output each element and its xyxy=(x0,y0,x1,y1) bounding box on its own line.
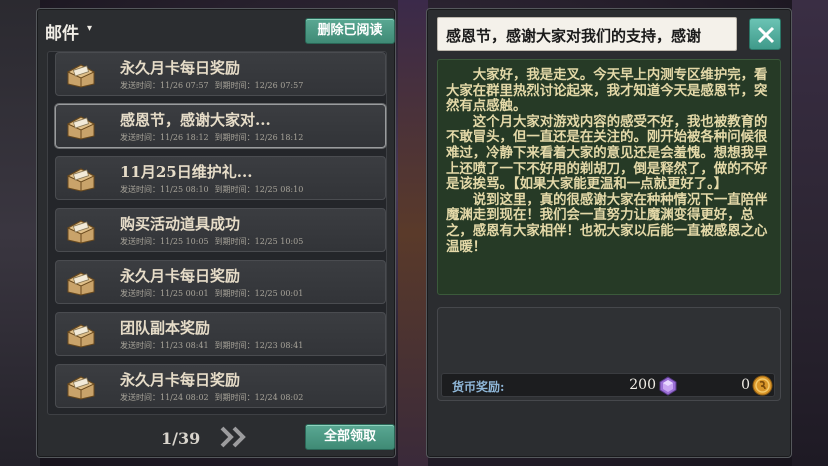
mail-title-bar: 感恩节，感谢大家对我们的支持，感谢 xyxy=(437,17,737,51)
delete-read-button[interactable]: 删除已阅读 xyxy=(305,18,395,44)
mail-paragraph: 这个月大家对游戏内容的感受不好，我也被教育的不敢冒头，但一直还是在关注的。刚开始… xyxy=(446,113,768,193)
close-button[interactable] xyxy=(749,18,781,50)
close-icon xyxy=(757,26,775,44)
mail-dates: 发送时间：11/25 08:10 到期时间：12/25 08:10 xyxy=(120,184,309,195)
mail-detail-panel: 感恩节，感谢大家对我们的支持，感谢 大家好，我是走叉。今天早上内测专区维护完，看… xyxy=(426,8,792,458)
mail-list-item[interactable]: 永久月卡每日奖励发送时间：11/25 00:01 到期时间：12/25 00:01 xyxy=(55,260,386,304)
background-left xyxy=(0,0,40,466)
mail-sent-time: 发送时间：11/25 00:01 xyxy=(120,289,209,298)
mail-package-icon xyxy=(66,114,96,140)
mail-package-icon xyxy=(66,270,96,296)
gold-coin-icon xyxy=(752,375,773,396)
mail-body-text: 大家好，我是走叉。今天早上内测专区维护完，看大家在群里热烈讨论起来，我才知道今天… xyxy=(446,67,774,255)
mail-expire-time: 到期时间：12/26 18:12 xyxy=(214,133,304,142)
mail-sent-time: 发送时间：11/26 07:57 xyxy=(120,81,209,90)
mail-panel-title: 邮件 xyxy=(45,24,79,44)
mail-package-icon xyxy=(66,62,96,88)
mail-expire-time: 到期时间：12/24 08:02 xyxy=(214,393,304,402)
mail-list: 永久月卡每日奖励 发送时间：11/26 07:57 到期时间：12/26 07:57… xyxy=(47,51,387,415)
mail-list-item[interactable]: 永久月卡每日奖励发送时间：11/26 07:57 到期时间：12/26 07:57 xyxy=(55,52,386,96)
mail-list-item[interactable]: 11月25日维护礼... 发送时间：11/25 08:10 到期时间：12/25 0… xyxy=(55,156,386,200)
mail-subject: 团队副本奖励 xyxy=(120,319,211,337)
background-right xyxy=(792,0,828,466)
mail-list-item[interactable]: 感恩节，感谢大家对... 发送时间：11/26 18:12 到期时间：12/26 1… xyxy=(55,104,386,148)
mail-dates: 发送时间：11/26 07:57 到期时间：12/26 07:57 xyxy=(120,80,309,91)
page-indicator: 1/39 xyxy=(161,429,201,448)
mail-package-icon xyxy=(66,166,96,192)
mail-dates: 发送时间：11/26 18:12 到期时间：12/26 18:12 xyxy=(120,132,309,143)
mail-body: 大家好，我是走叉。今天早上内测专区维护完，看大家在群里热烈讨论起来，我才知道今天… xyxy=(437,59,781,295)
mail-subject: 购买活动道具成功 xyxy=(120,215,241,233)
mail-dates: 发送时间：11/24 08:02 到期时间：12/24 08:02 xyxy=(120,392,309,403)
mail-list-item[interactable]: 团队副本奖励发送时间：11/23 08:41 到期时间：12/23 08:41 xyxy=(55,312,386,356)
mail-sent-time: 发送时间：11/23 08:41 xyxy=(120,341,209,350)
mail-paragraph: 大家好，我是走叉。今天早上内测专区维护完，看大家在群里热烈讨论起来，我才知道今天… xyxy=(446,67,768,115)
mail-package-icon xyxy=(66,218,96,244)
mail-subject: 永久月卡每日奖励 xyxy=(120,59,241,77)
mail-expire-time: 到期时间：12/23 08:41 xyxy=(214,341,304,350)
mail-sent-time: 发送时间：11/25 10:05 xyxy=(120,237,209,246)
mail-subject: 永久月卡每日奖励 xyxy=(120,267,241,285)
claim-all-button[interactable]: 全部领取 xyxy=(305,424,395,450)
mail-title: 感恩节，感谢大家对我们的支持，感谢 xyxy=(446,27,702,45)
mail-sent-time: 发送时间：11/26 18:12 xyxy=(120,133,209,142)
mail-list-item[interactable]: 购买活动道具成功发送时间：11/25 10:05 到期时间：12/25 10:05 xyxy=(55,208,386,252)
mail-dates: 发送时间：11/25 10:05 到期时间：12/25 10:05 xyxy=(120,236,309,247)
mail-package-icon xyxy=(66,374,96,400)
mail-dates: 发送时间：11/23 08:41 到期时间：12/23 08:41 xyxy=(120,340,309,351)
background-scene xyxy=(398,0,428,466)
caret-down-icon: ▾ xyxy=(87,23,93,34)
mail-list-panel: 邮件 ▾ 删除已阅读 永久月卡每日奖励 发送时间：11/26 07:57 到期时间：… xyxy=(36,8,396,458)
mail-sent-time: 发送时间：11/24 08:02 xyxy=(120,393,209,402)
gem-amount: 200 xyxy=(629,377,656,393)
mail-sent-time: 发送时间：11/25 08:10 xyxy=(120,185,209,194)
mail-list-item[interactable]: 永久月卡每日奖励发送时间：11/24 08:02 到期时间：12/24 08:02 xyxy=(55,364,386,408)
mail-subject: 感恩节，感谢大家对... xyxy=(120,111,271,129)
mail-expire-time: 到期时间：12/26 07:57 xyxy=(214,81,304,90)
currency-reward-bar: 货币奖励: 200 0 xyxy=(441,373,775,397)
mail-paragraph: 说到这里，真的很感谢大家在种种情况下一直陪伴魔渊走到现在！我们会一直努力让魔渊变… xyxy=(446,191,768,255)
purple-gem-icon xyxy=(658,376,678,396)
mail-subject: 11月25日维护礼... xyxy=(120,163,253,181)
next-page-double-chevron-icon[interactable] xyxy=(219,425,249,449)
mail-expire-time: 到期时间：12/25 10:05 xyxy=(214,237,304,246)
mail-expire-time: 到期时间：12/25 00:01 xyxy=(214,289,304,298)
gold-amount: 0 xyxy=(741,377,750,393)
mail-dates: 发送时间：11/25 00:01 到期时间：12/25 00:01 xyxy=(120,288,309,299)
mail-package-icon xyxy=(66,322,96,348)
mail-subject: 永久月卡每日奖励 xyxy=(120,371,241,389)
currency-reward-label: 货币奖励: xyxy=(452,380,505,394)
mail-expire-time: 到期时间：12/25 08:10 xyxy=(214,185,304,194)
